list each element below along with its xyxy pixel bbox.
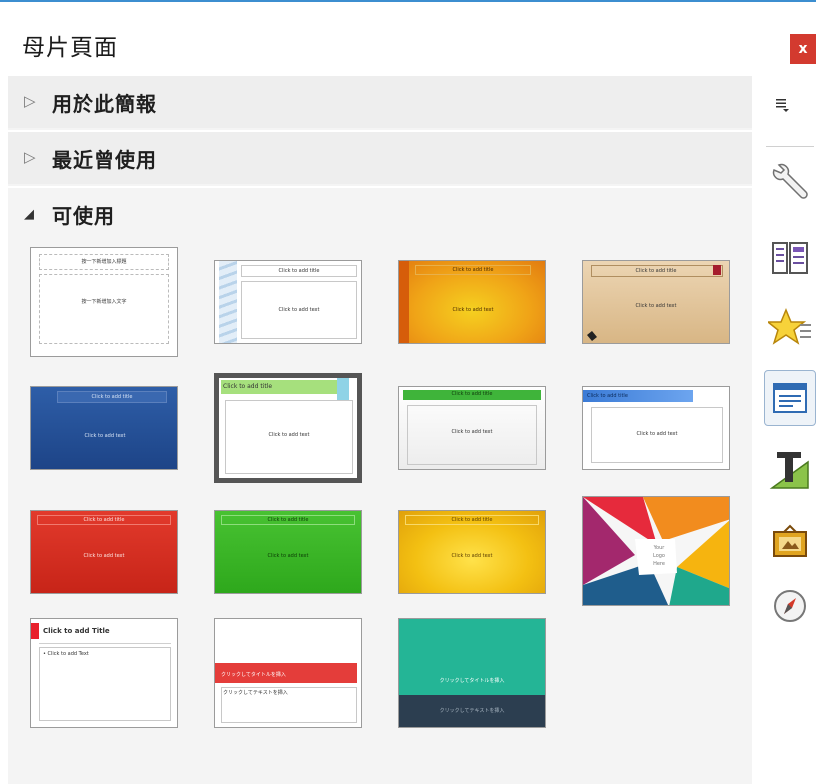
thumbnail-body: • Click to add Text (43, 651, 89, 657)
section-label: 用於此簡報 (52, 92, 157, 116)
master-thumbnail-parchment[interactable]: Click to add title Click to add text (582, 260, 730, 344)
panel-titlebar: 母片頁面 x (0, 2, 816, 74)
section-recently-used[interactable]: ▷ 最近曾使用 (8, 130, 752, 184)
thumbnail-title: Click to add title (91, 394, 133, 400)
navigator-compass-icon (774, 590, 806, 622)
properties-wrench-icon (772, 163, 808, 199)
sidebar-separator (766, 146, 814, 147)
master-thumbnail-dna[interactable]: Click to add title Click to add text (214, 260, 362, 344)
master-thumbnail-blue[interactable]: Click to add title Click to add text (30, 386, 178, 470)
section-available[interactable]: ◢ 可使用 (8, 186, 752, 240)
thumbnail-body: Click to add text (83, 553, 125, 559)
accent-bar (31, 623, 39, 639)
sidebar-properties-button[interactable] (764, 156, 816, 212)
thumbnail-title: Click to add title (635, 268, 677, 274)
thumbnail-title: Click to add title (83, 517, 125, 523)
hamburger-icon (776, 99, 789, 112)
logo-text-line: Logo (653, 553, 665, 559)
thumbnail-title: Click to add title (451, 391, 493, 397)
body-placeholder (39, 274, 169, 344)
thumbnail-title: Click to add title (452, 267, 494, 273)
panel-title: 母片頁面 (22, 35, 118, 61)
thumbnail-title: Click to add title (451, 517, 493, 523)
master-thumbnail-default[interactable]: 按一下新增加入標題 按一下新增加入文字 (30, 247, 178, 357)
thumbnail-body: Click to add text (452, 307, 494, 313)
body-placeholder (39, 647, 171, 721)
thumbnail-body: 按一下新增加入文字 (81, 299, 127, 305)
thumbnail-body: Click to add text (84, 433, 126, 439)
slide-layouts-icon (772, 242, 808, 274)
dna-decoration (219, 261, 237, 343)
animation-star-icon (768, 308, 811, 345)
thumbnail-body: Click to add text (451, 553, 493, 559)
thumbnail-title: Click to add title (267, 517, 309, 523)
thumbnail-title: クリックしてタイトルを挿入 (439, 678, 505, 684)
logo-text-line: Your (653, 545, 665, 551)
thumbnail-title: Click to add title (587, 393, 628, 399)
thumbnail-title: Click to add title (278, 268, 320, 274)
thumbnail-body: Click to add text (635, 303, 677, 309)
master-thumbnail-green-bar[interactable]: Click to add title Click to add text (398, 386, 546, 470)
thumbnail-body: Click to add text (267, 553, 309, 559)
master-thumbnail-teal[interactable]: クリックしてタイトルを挿入 クリックしてテキストを挿入 (398, 618, 546, 728)
master-thumbnail-pinwheel[interactable]: Your Logo Here (582, 496, 730, 606)
corner-ornament-icon (587, 331, 597, 341)
expand-arrow-icon: ▷ (24, 92, 36, 110)
gallery-icon (773, 524, 807, 557)
master-slides-icon (773, 383, 807, 413)
thumbnail-body: Click to add text (278, 307, 320, 313)
master-thumbnail-green[interactable]: Click to add title Click to add text (214, 510, 362, 594)
section-label: 可使用 (52, 204, 115, 228)
thumbnail-body: Click to add text (451, 429, 493, 435)
divider (39, 643, 171, 644)
pinwheel-graphic (583, 497, 729, 605)
sidebar-slide-layouts-button[interactable] (764, 230, 816, 286)
thumbnail-title: クリックしてタイトルを挿入 (221, 672, 286, 678)
body-placeholder (407, 405, 537, 465)
master-thumbnail-blue-bar[interactable]: Click to add title Click to add text (582, 386, 730, 470)
master-thumbnail-yellow[interactable]: Click to add title Click to add text (398, 510, 546, 594)
section-used-in-presentation[interactable]: ▷ 用於此簡報 (8, 74, 752, 128)
sidebar-deck (752, 74, 816, 784)
sidebar-gallery-button[interactable] (764, 514, 816, 570)
sidebar-navigator-button[interactable] (764, 578, 816, 634)
thumbnail-body: Click to add text (636, 431, 678, 437)
sidebar-master-slides-button[interactable] (764, 370, 816, 426)
logo-text-line: Here (653, 561, 665, 567)
sidebar-styles-button[interactable] (764, 442, 816, 498)
menu-icon[interactable] (774, 96, 804, 120)
master-thumbnail-red[interactable]: Click to add title Click to add text (30, 510, 178, 594)
styles-icon (769, 452, 809, 489)
expand-arrow-icon: ▷ (24, 148, 36, 166)
collapse-arrow-icon: ◢ (24, 207, 34, 222)
section-label: 最近曾使用 (52, 148, 157, 172)
master-slides-panel: ▷ 用於此簡報 ▷ 最近曾使用 ◢ 可使用 按一下新增加入標題 按一下新增加入文… (8, 74, 752, 784)
accent-block (337, 378, 349, 400)
master-thumbnail-red-accent[interactable]: Click to add Title • Click to add Text (30, 618, 178, 728)
thumbnail-body: クリックしてテキストを挿入 (439, 708, 505, 714)
close-button[interactable]: x (790, 34, 816, 64)
sidebar-animation-button[interactable] (764, 300, 816, 356)
master-thumbnail-japanese-red[interactable]: クリックしてタイトルを挿入 クリックしてテキストを挿入 (214, 618, 362, 728)
side-band (399, 261, 409, 343)
thumbnail-title: 按一下新增加入標題 (81, 259, 127, 265)
thumbnail-title: Click to add Title (43, 627, 110, 635)
master-thumbnail-green-title[interactable]: Click to add title Click to add text (214, 373, 362, 483)
master-thumbnail-orange[interactable]: Click to add title Click to add text (398, 260, 546, 344)
thumbnail-title: Click to add title (223, 383, 273, 390)
thumbnail-body: Click to add text (268, 432, 310, 438)
thumbnail-body: クリックしてテキストを挿入 (223, 690, 288, 696)
